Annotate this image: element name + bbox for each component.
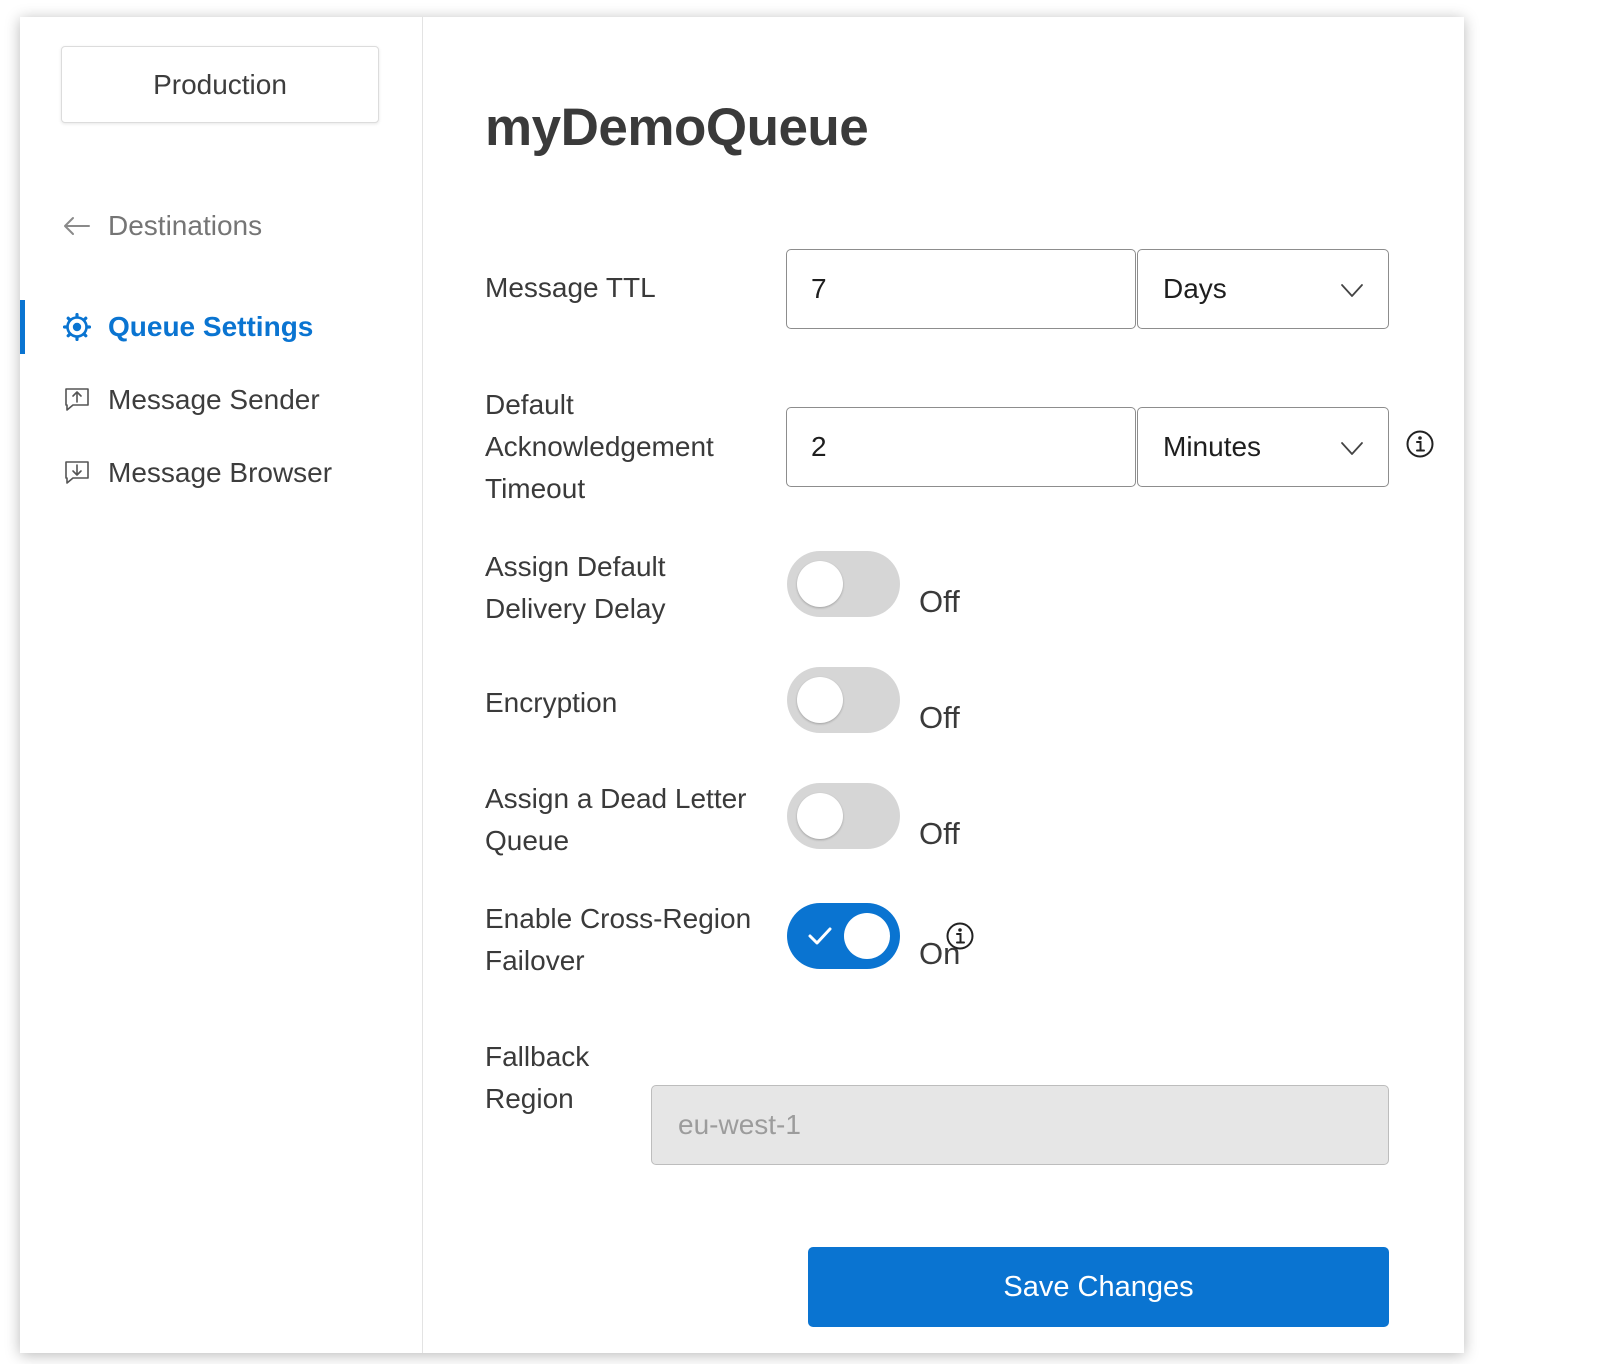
- sidebar-nav: Queue Settings Message Sender Message Br…: [20, 300, 420, 519]
- back-link-label: Destinations: [108, 210, 263, 241]
- settings-window: Production Destinations Queue Settings M…: [20, 17, 1464, 1353]
- info-icon[interactable]: [945, 921, 975, 951]
- gear-icon: [62, 312, 92, 342]
- delivery-delay-toggle[interactable]: [787, 551, 900, 617]
- message-ttl-unit-value: Days: [1163, 273, 1227, 304]
- dead-letter-queue-toggle[interactable]: [787, 783, 900, 849]
- save-changes-button[interactable]: Save Changes: [808, 1247, 1389, 1327]
- environment-button[interactable]: Production: [61, 46, 379, 123]
- message-send-icon: [62, 385, 92, 415]
- ack-timeout-value: 2: [811, 431, 827, 462]
- dead-letter-queue-label: Assign a Dead Letter Queue: [485, 783, 747, 856]
- sidebar: Production Destinations Queue Settings M…: [20, 17, 423, 1353]
- cross-region-failover-toggle[interactable]: [787, 903, 900, 969]
- cross-region-failover-label: Enable Cross-Region Failover: [485, 903, 752, 976]
- message-ttl-unit-select[interactable]: Days: [1137, 249, 1389, 329]
- dead-letter-queue-state: Off: [919, 816, 960, 851]
- toggle-knob: [797, 677, 843, 723]
- environment-label: Production: [153, 68, 287, 100]
- encryption-label: Encryption: [485, 687, 618, 718]
- page-title: myDemoQueue: [485, 98, 869, 157]
- info-icon[interactable]: [1405, 429, 1435, 459]
- sidebar-item-label: Message Browser: [108, 457, 333, 488]
- arrow-left-icon: [64, 217, 90, 235]
- chevron-down-icon: [1341, 284, 1363, 297]
- fallback-region-value: eu-west-1: [678, 1109, 801, 1140]
- ack-timeout-unit-value: Minutes: [1163, 431, 1262, 462]
- sidebar-item-message-sender[interactable]: Message Sender: [20, 373, 420, 427]
- toggle-knob: [844, 913, 890, 959]
- sidebar-item-label: Message Sender: [108, 384, 320, 415]
- ack-timeout-unit-select[interactable]: Minutes: [1137, 407, 1389, 487]
- encryption-toggle[interactable]: [787, 667, 900, 733]
- message-ttl-label: Message TTL: [485, 272, 656, 303]
- message-inbox-icon: [62, 458, 92, 488]
- fallback-region-input: eu-west-1: [651, 1085, 1389, 1165]
- ack-timeout-label: Default Acknowledgement Timeout: [485, 389, 714, 504]
- message-ttl-input[interactable]: 7: [786, 249, 1136, 329]
- encryption-state: Off: [919, 700, 960, 735]
- back-to-destinations-link[interactable]: Destinations: [62, 210, 262, 242]
- delivery-delay-state: Off: [919, 584, 960, 619]
- check-icon: [808, 927, 832, 945]
- fallback-region-label: Fallback Region: [485, 1041, 590, 1114]
- toggle-knob: [797, 793, 843, 839]
- toggle-knob: [797, 561, 843, 607]
- message-ttl-value: 7: [811, 273, 827, 304]
- sidebar-item-message-browser[interactable]: Message Browser: [20, 446, 420, 500]
- ack-timeout-input[interactable]: 2: [786, 407, 1136, 487]
- sidebar-item-queue-settings[interactable]: Queue Settings: [20, 300, 420, 354]
- delivery-delay-label: Assign Default Delivery Delay: [485, 551, 666, 624]
- chevron-down-icon: [1341, 442, 1363, 455]
- main-content: myDemoQueue Message TTL 7 Days Default A…: [423, 17, 1464, 1353]
- sidebar-item-label: Queue Settings: [108, 311, 314, 342]
